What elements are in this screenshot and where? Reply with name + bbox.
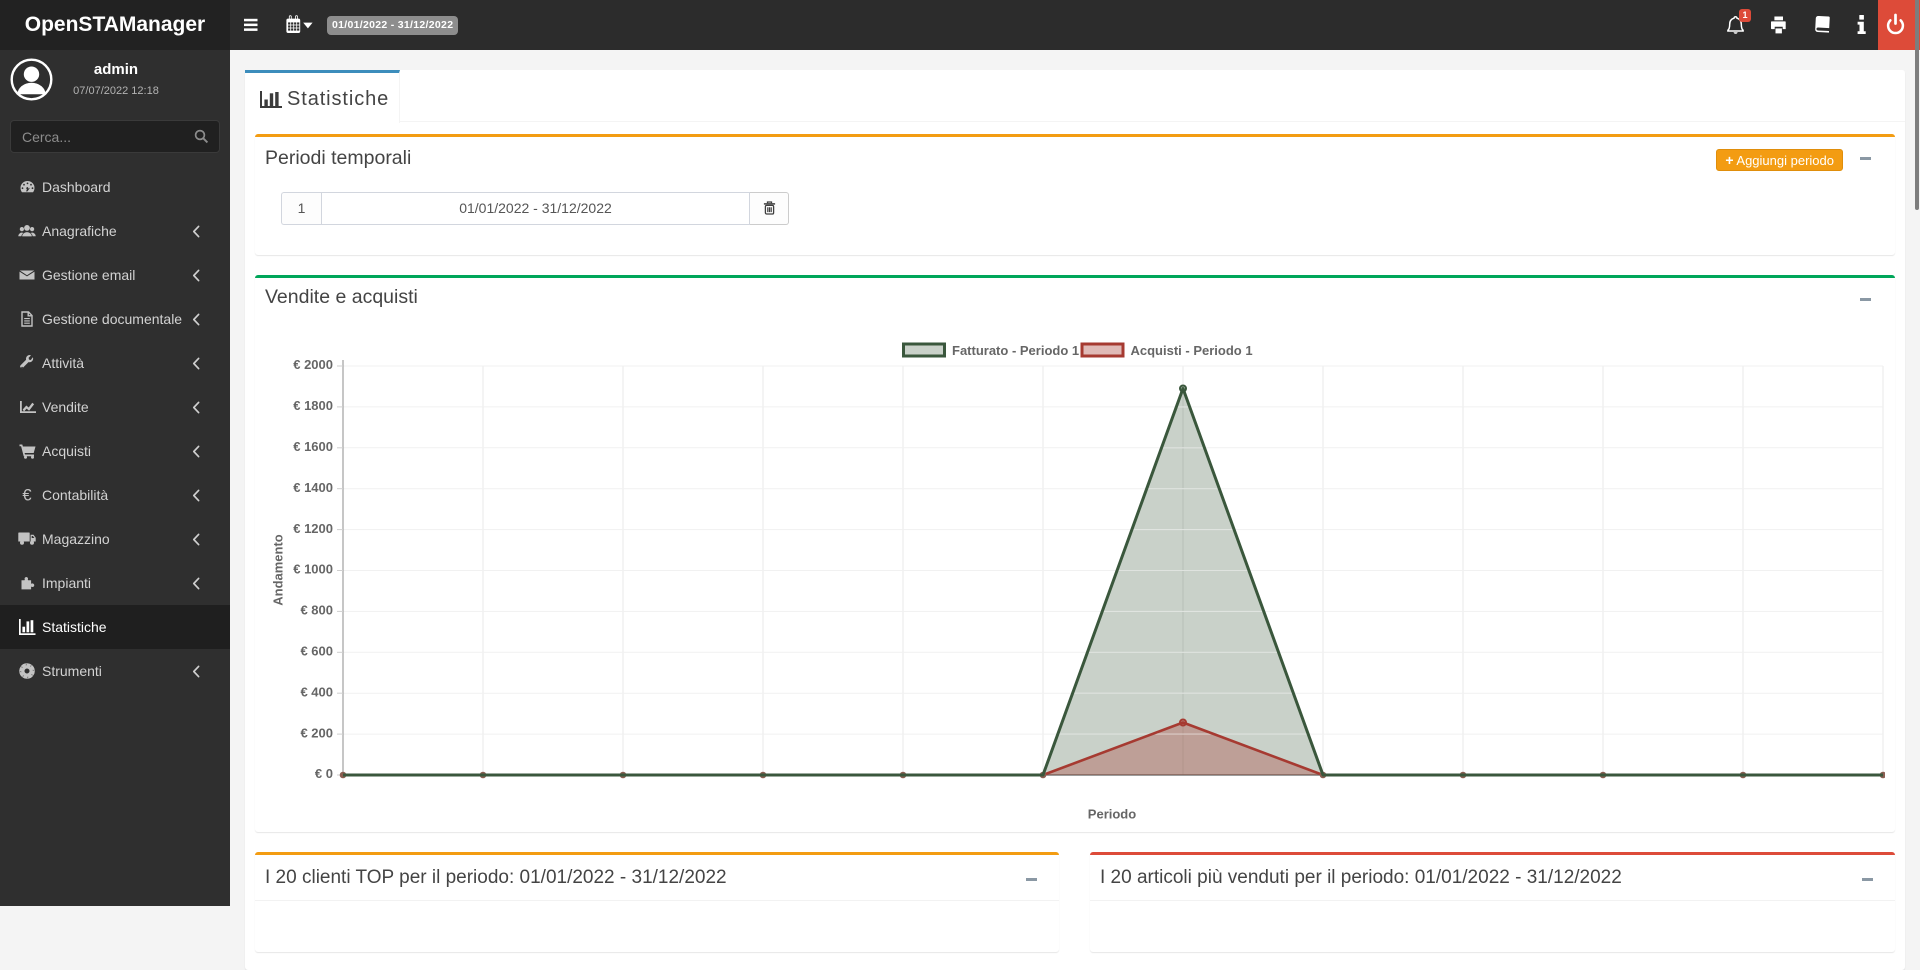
svg-text:€ 800: € 800	[300, 603, 333, 618]
svg-text:Periodo: Periodo	[1088, 807, 1136, 822]
svg-text:€ 600: € 600	[300, 644, 333, 659]
svg-text:€ 400: € 400	[300, 684, 333, 699]
svg-text:Fatturato - Periodo 1: Fatturato - Periodo 1	[952, 343, 1079, 358]
svg-text:Andamento: Andamento	[271, 534, 286, 606]
svg-text:€ 1000: € 1000	[293, 562, 333, 577]
svg-text:€ 1200: € 1200	[293, 521, 333, 536]
svg-text:€ 2000: € 2000	[293, 357, 333, 372]
svg-text:€: €	[22, 487, 31, 503]
svg-text:€ 1800: € 1800	[293, 398, 333, 413]
svg-text:€ 1400: € 1400	[293, 480, 333, 495]
svg-text:€ 1600: € 1600	[293, 439, 333, 454]
svg-text:€ 200: € 200	[300, 725, 333, 740]
svg-text:€ 0: € 0	[315, 766, 333, 781]
svg-text:Acquisti - Periodo 1: Acquisti - Periodo 1	[1131, 343, 1253, 358]
